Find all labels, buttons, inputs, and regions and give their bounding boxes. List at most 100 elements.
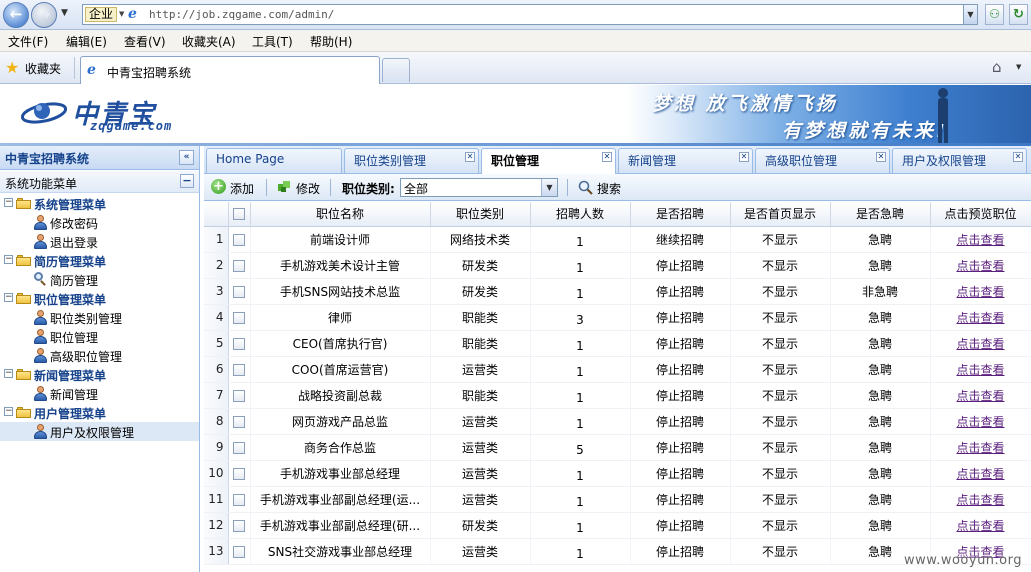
table-row[interactable]: 11 手机游戏事业部副总经理(运... 运营类 1 停止招聘 不显示 急聘 点击查看: [204, 486, 1031, 513]
edit-icon[interactable]: [276, 179, 292, 194]
tab-senior-jobs[interactable]: 高级职位管理 ✕: [755, 148, 890, 173]
row-checkbox-cell[interactable]: [228, 278, 251, 305]
row-checkbox-cell[interactable]: [228, 356, 251, 383]
close-icon[interactable]: ✕: [739, 152, 749, 162]
tree-item[interactable]: 用户及权限管理: [0, 422, 199, 441]
row-checkbox[interactable]: [233, 233, 245, 246]
preview-link[interactable]: 点击查看: [956, 441, 1004, 455]
column-header[interactable]: 招聘人数: [530, 202, 631, 227]
tree-item[interactable]: 职位管理: [0, 327, 199, 346]
category-select[interactable]: 全部 ▼: [400, 178, 558, 197]
column-header[interactable]: 是否招聘: [630, 202, 731, 227]
forward-button[interactable]: →: [31, 2, 57, 28]
star-icon[interactable]: ★: [5, 58, 19, 77]
table-row[interactable]: 6 COO(首席运营官) 运营类 1 停止招聘 不显示 急聘 点击查看: [204, 356, 1031, 383]
row-checkbox[interactable]: [233, 363, 245, 376]
column-header[interactable]: 职位名称: [250, 202, 431, 227]
column-header[interactable]: 点击预览职位: [930, 202, 1031, 227]
row-checkbox[interactable]: [233, 467, 245, 480]
table-row[interactable]: 7 战略投资副总裁 职能类 1 停止招聘 不显示 急聘 点击查看: [204, 382, 1031, 409]
row-checkbox-cell[interactable]: [228, 252, 251, 279]
row-checkbox-cell[interactable]: [228, 382, 251, 409]
tab-users[interactable]: 用户及权限管理 ✕: [892, 148, 1027, 173]
row-checkbox[interactable]: [233, 259, 245, 272]
table-row[interactable]: 4 律师 职能类 3 停止招聘 不显示 急聘 点击查看: [204, 304, 1031, 331]
collapse-icon[interactable]: −: [4, 198, 13, 207]
row-checkbox-cell[interactable]: [228, 486, 251, 513]
tree-category[interactable]: − 新闻管理菜单: [0, 365, 199, 384]
row-checkbox[interactable]: [233, 311, 245, 324]
row-checkbox[interactable]: [233, 337, 245, 350]
row-checkbox[interactable]: [233, 545, 245, 558]
preview-link[interactable]: 点击查看: [956, 337, 1004, 351]
row-checkbox-cell[interactable]: [228, 330, 251, 357]
url-field[interactable]: 企业 ▼ e http://job.zqgame.com/admin/: [82, 4, 978, 25]
url-dropdown-button[interactable]: ▼: [963, 4, 978, 25]
new-tab-button[interactable]: [382, 58, 410, 82]
row-checkbox-cell[interactable]: [228, 460, 251, 487]
tree-item[interactable]: 退出登录: [0, 232, 199, 251]
row-checkbox-cell[interactable]: [228, 512, 251, 539]
preview-link[interactable]: 点击查看: [956, 259, 1004, 273]
search-icon[interactable]: [578, 180, 593, 195]
close-icon[interactable]: ✕: [1013, 152, 1023, 162]
add-icon[interactable]: +: [211, 179, 226, 194]
tree-item[interactable]: 职位类别管理: [0, 308, 199, 327]
tree-item[interactable]: 修改密码: [0, 213, 199, 232]
menu-file[interactable]: 文件(F): [8, 33, 48, 50]
menu-favorites[interactable]: 收藏夹(A): [182, 33, 236, 50]
tree-category[interactable]: − 简历管理菜单: [0, 251, 199, 270]
collapse-icon[interactable]: −: [4, 369, 13, 378]
tree-category[interactable]: − 用户管理菜单: [0, 403, 199, 422]
row-checkbox[interactable]: [233, 519, 245, 532]
back-button[interactable]: ←: [3, 2, 29, 28]
column-header[interactable]: 是否首页显示: [730, 202, 831, 227]
menu-edit[interactable]: 编辑(E): [66, 33, 107, 50]
home-icon[interactable]: ⌂: [992, 58, 1002, 76]
tab-home-page[interactable]: Home Page: [206, 148, 342, 173]
table-row[interactable]: 8 网页游戏产品总监 运营类 1 停止招聘 不显示 急聘 点击查看: [204, 408, 1031, 435]
table-row[interactable]: 1 前端设计师 网络技术类 1 继续招聘 不显示 急聘 点击查看: [204, 226, 1031, 253]
preview-link[interactable]: 点击查看: [956, 389, 1004, 403]
tab-news[interactable]: 新闻管理 ✕: [618, 148, 753, 173]
row-checkbox[interactable]: [233, 441, 245, 454]
menu-help[interactable]: 帮助(H): [310, 33, 352, 50]
close-icon[interactable]: ✕: [602, 152, 612, 162]
url-text[interactable]: http://job.zqgame.com/admin/: [149, 8, 334, 21]
select-all-header[interactable]: [228, 202, 251, 227]
collapse-icon[interactable]: «: [179, 150, 194, 165]
row-checkbox-cell[interactable]: [228, 408, 251, 435]
chevron-down-icon[interactable]: ▼: [1016, 63, 1021, 71]
refresh-button[interactable]: ↻: [1009, 4, 1028, 25]
table-row[interactable]: 12 手机游戏事业部副总经理(研... 研发类 1 停止招聘 不显示 急聘 点击查看: [204, 512, 1031, 539]
preview-link[interactable]: 点击查看: [956, 311, 1004, 325]
tree-item[interactable]: 新闻管理: [0, 384, 199, 403]
row-checkbox-cell[interactable]: [228, 226, 251, 253]
select-all-checkbox[interactable]: [233, 208, 245, 221]
search-button[interactable]: 搜索: [597, 180, 621, 197]
row-checkbox[interactable]: [233, 415, 245, 428]
preview-link[interactable]: 点击查看: [956, 233, 1004, 247]
tab-job-category[interactable]: 职位类别管理 ✕: [344, 148, 479, 173]
tab-job-management[interactable]: 职位管理 ✕: [481, 148, 616, 174]
tree-item[interactable]: 简历管理: [0, 270, 199, 289]
table-row[interactable]: 5 CEO(首席执行官) 职能类 1 停止招聘 不显示 急聘 点击查看: [204, 330, 1031, 357]
collapse-icon[interactable]: −: [4, 293, 13, 302]
history-dropdown-icon[interactable]: ▼: [61, 8, 68, 18]
close-icon[interactable]: ✕: [876, 152, 886, 162]
minus-icon[interactable]: −: [180, 174, 194, 188]
menu-tools[interactable]: 工具(T): [252, 33, 293, 50]
collapse-icon[interactable]: −: [4, 407, 13, 416]
browser-tab[interactable]: e 中青宝招聘系统: [80, 56, 380, 84]
row-checkbox[interactable]: [233, 493, 245, 506]
preview-link[interactable]: 点击查看: [956, 493, 1004, 507]
preview-link[interactable]: 点击查看: [956, 519, 1004, 533]
tree-category[interactable]: − 职位管理菜单: [0, 289, 199, 308]
row-checkbox[interactable]: [233, 389, 245, 402]
column-header[interactable]: 是否急聘: [830, 202, 931, 227]
address-tag[interactable]: 企业: [85, 7, 118, 22]
table-row[interactable]: 10 手机游戏事业部总经理 运营类 1 停止招聘 不显示 急聘 点击查看: [204, 460, 1031, 487]
close-icon[interactable]: ✕: [465, 152, 475, 162]
table-row[interactable]: 2 手机游戏美术设计主管 研发类 1 停止招聘 不显示 急聘 点击查看: [204, 252, 1031, 279]
tree-item[interactable]: 高级职位管理: [0, 346, 199, 365]
